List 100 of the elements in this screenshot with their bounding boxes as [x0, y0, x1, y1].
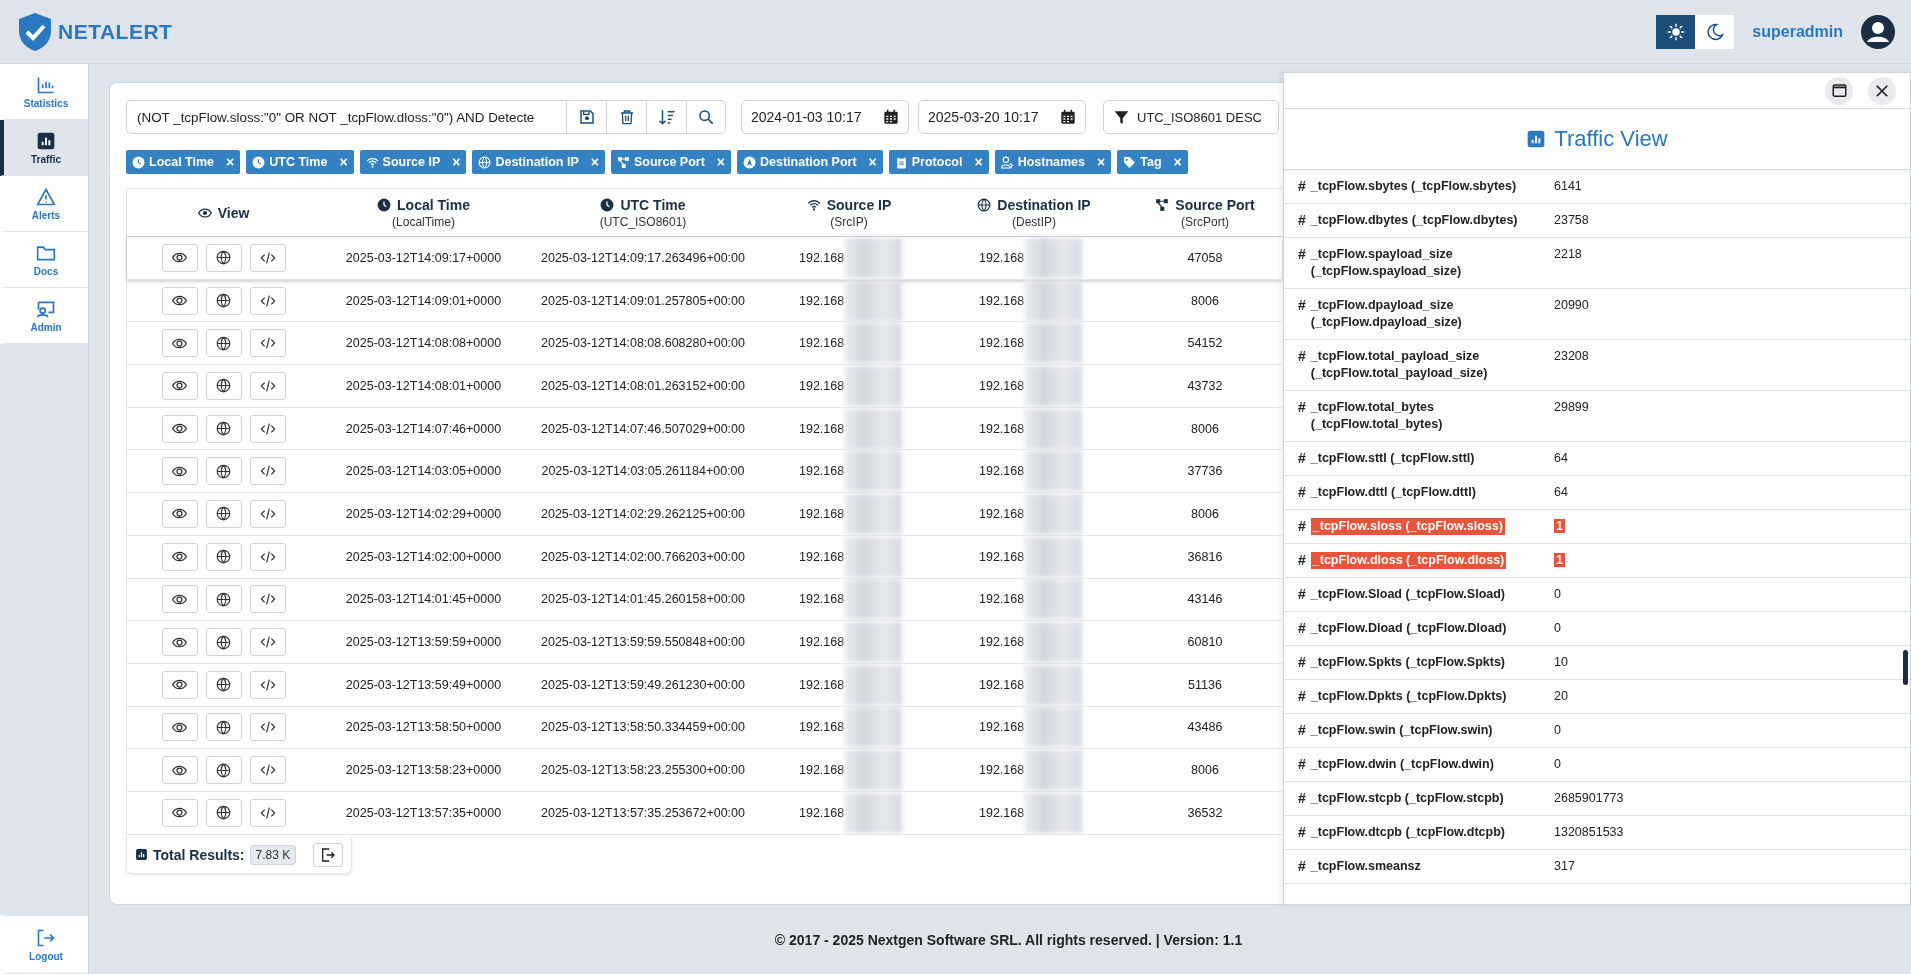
number-type-icon: # — [1298, 246, 1306, 263]
column-header[interactable]: Source Port (SrcPort) — [1129, 189, 1281, 236]
table-row[interactable]: 2025-03-12T14:03:05+0000 2025-03-12T14:03:05.261184+00:00 192.168 192.168 37736 — [127, 450, 1282, 494]
field-value: 23208 — [1554, 349, 1589, 363]
number-type-icon: # — [1298, 484, 1306, 501]
column-chip[interactable]: Source IP × — [359, 150, 467, 174]
column-header[interactable]: UTC Time (UTC_ISO8601) — [527, 189, 759, 236]
remove-chip-button[interactable]: × — [590, 154, 599, 170]
remove-chip-button[interactable]: × — [868, 154, 877, 170]
table-cell: 192.168 — [979, 763, 1025, 778]
remove-chip-button[interactable]: × — [339, 154, 348, 170]
table-row[interactable]: 2025-03-12T14:01:45+0000 2025-03-12T14:01:45.260158+00:00 192.168 192.168 43146 — [127, 578, 1282, 622]
field-value: 317 — [1554, 859, 1575, 873]
number-type-icon: # — [1298, 212, 1306, 229]
field-name: _tcpFlow.dtcpb (_tcpFlow.dtcpb) — [1310, 824, 1505, 841]
column-header[interactable]: View — [127, 189, 320, 236]
table-row[interactable]: 2025-03-12T13:58:50+0000 2025-03-12T13:58:50.334459+00:00 192.168 192.168 43486 — [127, 706, 1282, 750]
number-type-icon: # — [1298, 518, 1306, 535]
table-cell-text: 37736 — [1186, 463, 1224, 481]
table-cell-text: 2025-03-12T13:58:50+0000 — [344, 719, 503, 737]
remove-chip-button[interactable]: × — [1173, 154, 1182, 170]
sidebar-item[interactable]: Admin — [0, 288, 88, 344]
table-cell: 192.168 — [799, 677, 845, 692]
remove-chip-button[interactable]: × — [716, 154, 725, 170]
total-count: 7.83 K — [249, 844, 297, 865]
table-row[interactable]: 2025-03-12T14:08:08+0000 2025-03-12T14:08:08.608280+00:00 192.168 192.168 54152 — [127, 322, 1282, 366]
table-cell-text: 2025-03-12T13:58:23.255300+00:00 — [540, 762, 746, 780]
table-cell-text: 2025-03-12T14:03:05.261184+00:00 — [540, 463, 746, 481]
table-cell-text: 51136 — [1187, 676, 1223, 694]
column-header[interactable]: Destination IP (DestIP) — [939, 189, 1129, 236]
remove-chip-button[interactable]: × — [1097, 154, 1106, 170]
table-cell-text: 2025-03-12T14:03:05+0000 — [344, 463, 503, 481]
field-name: _tcpFlow.Sload (_tcpFlow.Sload) — [1310, 586, 1506, 603]
field-name: _tcpFlow.sbytes (_tcpFlow.sbytes) — [1310, 178, 1517, 195]
table-row[interactable]: 2025-03-12T14:07:46+0000 2025-03-12T14:07:46.507029+00:00 192.168 192.168 8006 — [127, 407, 1282, 451]
table-cell-text: 8006 — [1190, 292, 1220, 310]
field-value: 0 — [1554, 723, 1561, 737]
column-chip[interactable]: Destination Port × — [737, 150, 883, 174]
remove-chip-button[interactable]: × — [226, 154, 235, 170]
sidebar-item[interactable]: Traffic — [0, 120, 88, 176]
table-cell-text: 2025-03-12T14:02:29+0000 — [344, 505, 503, 523]
sort-field[interactable]: UTC_ISO8601 DESC — [1103, 100, 1279, 134]
sidebar-item[interactable]: Statistics — [0, 64, 88, 120]
number-type-icon: # — [1298, 586, 1306, 603]
field-name: _tcpFlow.dttl (_tcpFlow.dttl) — [1310, 484, 1476, 501]
table-row[interactable]: 2025-03-12T13:57:35+0000 2025-03-12T13:57:35.253672+00:00 192.168 192.168 36532 — [127, 791, 1282, 835]
remove-chip-button[interactable]: × — [974, 154, 983, 170]
number-type-icon: # — [1298, 824, 1306, 841]
date-to-field[interactable]: 2025-03-20 10:17 — [918, 100, 1086, 134]
table-row[interactable]: 2025-03-12T14:09:01+0000 2025-03-12T14:09:01.257805+00:00 192.168 192.168 8006 — [127, 279, 1282, 323]
table-cell-text: 2025-03-12T13:59:49.261230+00:00 — [540, 676, 746, 694]
column-chip[interactable]: Source Port × — [610, 150, 731, 174]
field-value: 0 — [1554, 621, 1561, 635]
column-header[interactable]: Local Time (LocalTime) — [320, 189, 527, 236]
field-value: 0 — [1554, 587, 1561, 601]
number-type-icon: # — [1298, 790, 1306, 807]
total-label: Total Results: — [153, 846, 245, 863]
table-cell: 192.168 — [979, 378, 1025, 393]
sidebar-item[interactable]: Alerts — [0, 176, 88, 232]
table-cell: 192.168 — [799, 336, 845, 351]
table-row[interactable]: 2025-03-12T14:08:01+0000 2025-03-12T14:08:01.263152+00:00 192.168 192.168 43732 — [127, 365, 1282, 408]
field-value: 2685901773 — [1554, 791, 1624, 805]
table-cell-text: 2025-03-12T13:59:59.550848+00:00 — [540, 634, 746, 652]
field-name: _tcpFlow.spayload_size (_tcpFlow.spayload_size) — [1310, 246, 1463, 280]
column-chip[interactable]: Protocol × — [888, 150, 989, 174]
table-row[interactable]: 2025-03-12T13:59:59+0000 2025-03-12T13:59:59.550848+00:00 192.168 192.168 60810 — [127, 621, 1282, 664]
table-row[interactable]: 2025-03-12T13:58:23+0000 2025-03-12T13:58:23.255300+00:00 192.168 192.168 8006 — [127, 749, 1282, 792]
column-chip[interactable]: Hostnames × — [994, 150, 1112, 174]
field-name: _tcpFlow.Dpkts (_tcpFlow.Dpkts) — [1310, 688, 1507, 705]
column-chip[interactable]: UTC Time × — [246, 150, 354, 174]
sidebar-item[interactable]: Docs — [0, 232, 88, 288]
table-row[interactable]: 2025-03-12T14:02:29+0000 2025-03-12T14:02:29.262125+00:00 192.168 192.168 8006 — [127, 493, 1282, 536]
column-chip[interactable]: Local Time × — [126, 150, 241, 174]
username-link[interactable]: superadmin — [1752, 22, 1843, 41]
table-cell: 192.168 — [979, 293, 1025, 308]
table-cell: 192.168 — [799, 378, 845, 393]
field-name: _tcpFlow.sttl (_tcpFlow.sttl) — [1310, 450, 1475, 467]
field-name: _tcpFlow.Dload (_tcpFlow.Dload) — [1310, 620, 1507, 637]
table-cell-text: 2025-03-12T14:08:08.608280+00:00 — [540, 335, 746, 353]
remove-chip-button[interactable]: × — [452, 154, 461, 170]
table-row[interactable]: 2025-03-12T14:02:00+0000 2025-03-12T14:02:00.766203+00:00 192.168 192.168 36816 — [127, 535, 1282, 579]
column-chip[interactable]: Destination IP × — [472, 150, 605, 174]
column-header[interactable]: Source IP (SrcIP) — [759, 189, 939, 236]
table-cell-text: 43146 — [1186, 591, 1224, 609]
number-type-icon: # — [1298, 178, 1306, 195]
field-name: _tcpFlow.total_payload_size (_tcpFlow.total_payload_size) — [1310, 348, 1489, 382]
table-cell: 192.168 — [979, 506, 1025, 521]
table-cell: 192.168 — [799, 506, 845, 521]
table-row[interactable]: 2025-03-12T14:09:17+0000 2025-03-12T14:09:17.263496+00:00 192.168 192.168 47058 — [127, 237, 1282, 280]
table-row[interactable]: 2025-03-12T13:59:49+0000 2025-03-12T13:59:49.261230+00:00 192.168 192.168 51136 — [127, 663, 1282, 707]
field-name: _tcpFlow.stcpb (_tcpFlow.stcpb) — [1310, 790, 1504, 807]
field-value: 20 — [1554, 689, 1568, 703]
logout-item[interactable]: Logout — [0, 915, 88, 974]
table-cell-text: 54152 — [1186, 335, 1224, 353]
footer-text: © 2017 - 2025 Nextgen Software SRL. All rights reserved. | Version: 1.1 — [773, 930, 1244, 950]
date-from-field[interactable]: 2024-01-03 10:17 — [741, 100, 909, 134]
query-field[interactable]: (NOT _tcpFlow.sloss:"0" OR NOT _tcpFlow.dloss:"0") AND Detecte — [126, 100, 566, 134]
field-value: 64 — [1554, 451, 1568, 465]
field-name: _tcpFlow.sloss (_tcpFlow.sloss) — [1310, 518, 1505, 535]
column-chip[interactable]: Tag × — [1117, 150, 1188, 174]
